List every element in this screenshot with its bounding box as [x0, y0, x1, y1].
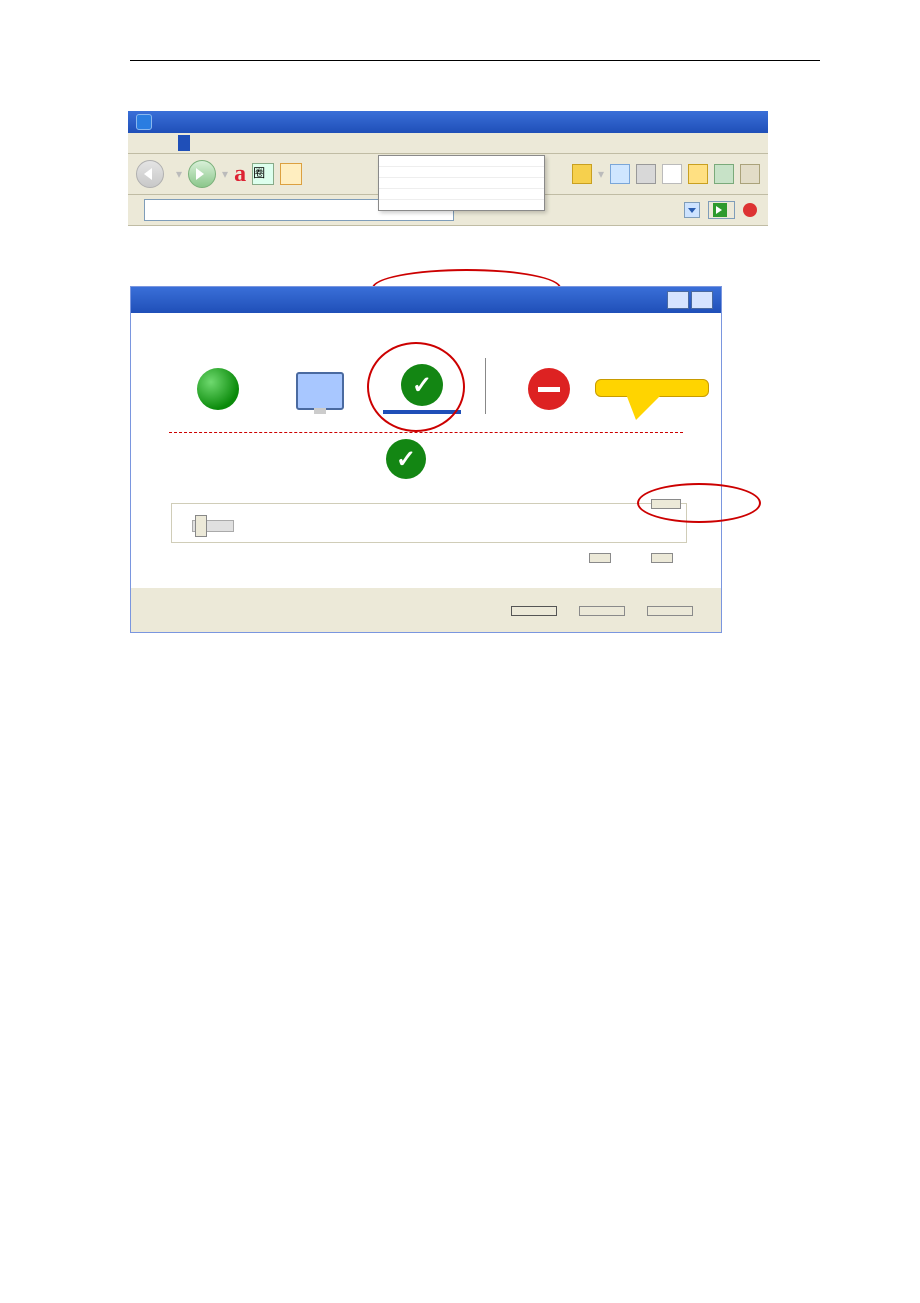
ie-titlebar — [128, 111, 768, 133]
forward-button[interactable] — [188, 160, 216, 188]
ie-menubar — [128, 133, 768, 154]
discuss-icon[interactable] — [714, 164, 734, 184]
top-rule — [130, 60, 820, 61]
ie-logo-icon — [136, 114, 152, 130]
zone-trusted-label — [383, 410, 461, 414]
favorites-icon[interactable] — [572, 164, 592, 184]
dd-internet-options[interactable] — [379, 200, 544, 210]
convert-icon — [743, 203, 757, 217]
no-entry-icon — [528, 368, 570, 410]
refresh-icon[interactable]: 圈 — [252, 163, 274, 185]
internet-options-dialog: ✓ ✓ — [130, 286, 722, 633]
tabs-text[interactable] — [141, 317, 145, 336]
folder-icon[interactable] — [688, 164, 708, 184]
ie-window-figure: ▾ ▾ a 圈 ▾ — [130, 111, 820, 226]
check-icon: ✓ — [401, 364, 443, 406]
zone-intranet[interactable] — [281, 372, 359, 414]
mail-icon[interactable] — [610, 164, 630, 184]
dd-item-2[interactable] — [379, 167, 544, 178]
dd-popup-blocker[interactable] — [379, 178, 544, 189]
slider-row — [171, 510, 687, 543]
research-icon[interactable] — [740, 164, 760, 184]
sites-button[interactable] — [651, 499, 681, 509]
convert-button[interactable] — [743, 203, 760, 217]
dd-windows-diag[interactable] — [379, 189, 544, 200]
trusted-description-row: ✓ — [169, 432, 683, 489]
default-level-button[interactable] — [651, 553, 673, 563]
sites-button-wrap — [651, 493, 681, 509]
dialog-button-row — [131, 587, 721, 632]
home-icon[interactable] — [280, 163, 302, 185]
font-a-icon[interactable]: a — [234, 161, 246, 188]
ok-button[interactable] — [511, 606, 557, 616]
edit-icon[interactable] — [662, 164, 682, 184]
security-level-group — [171, 503, 687, 510]
dialog-titlebar — [131, 287, 721, 313]
zone-internet[interactable] — [179, 368, 257, 414]
custom-level-button[interactable] — [589, 553, 611, 563]
print-icon[interactable] — [636, 164, 656, 184]
go-arrow-icon — [713, 203, 727, 217]
close-button[interactable] — [691, 291, 713, 309]
click-continue-callout — [595, 379, 709, 397]
help-button[interactable] — [667, 291, 689, 309]
zone-restricted[interactable] — [510, 368, 588, 414]
monitor-icon — [296, 372, 344, 410]
apply-button[interactable] — [647, 606, 693, 616]
security-slider[interactable] — [192, 520, 234, 532]
cancel-button[interactable] — [579, 606, 625, 616]
globe-icon — [197, 368, 239, 410]
zone-divider — [485, 358, 486, 414]
zone-trusted[interactable]: ✓ — [383, 364, 461, 414]
go-button[interactable] — [708, 201, 735, 219]
tools-dropdown — [378, 155, 545, 211]
check-icon-large: ✓ — [386, 439, 426, 479]
dd-mail-news[interactable] — [379, 156, 544, 167]
menu-tools[interactable] — [178, 135, 190, 151]
dialog-tabs[interactable] — [131, 313, 721, 334]
back-button[interactable] — [136, 160, 164, 188]
addr-dropdown-icon[interactable] — [684, 202, 700, 218]
